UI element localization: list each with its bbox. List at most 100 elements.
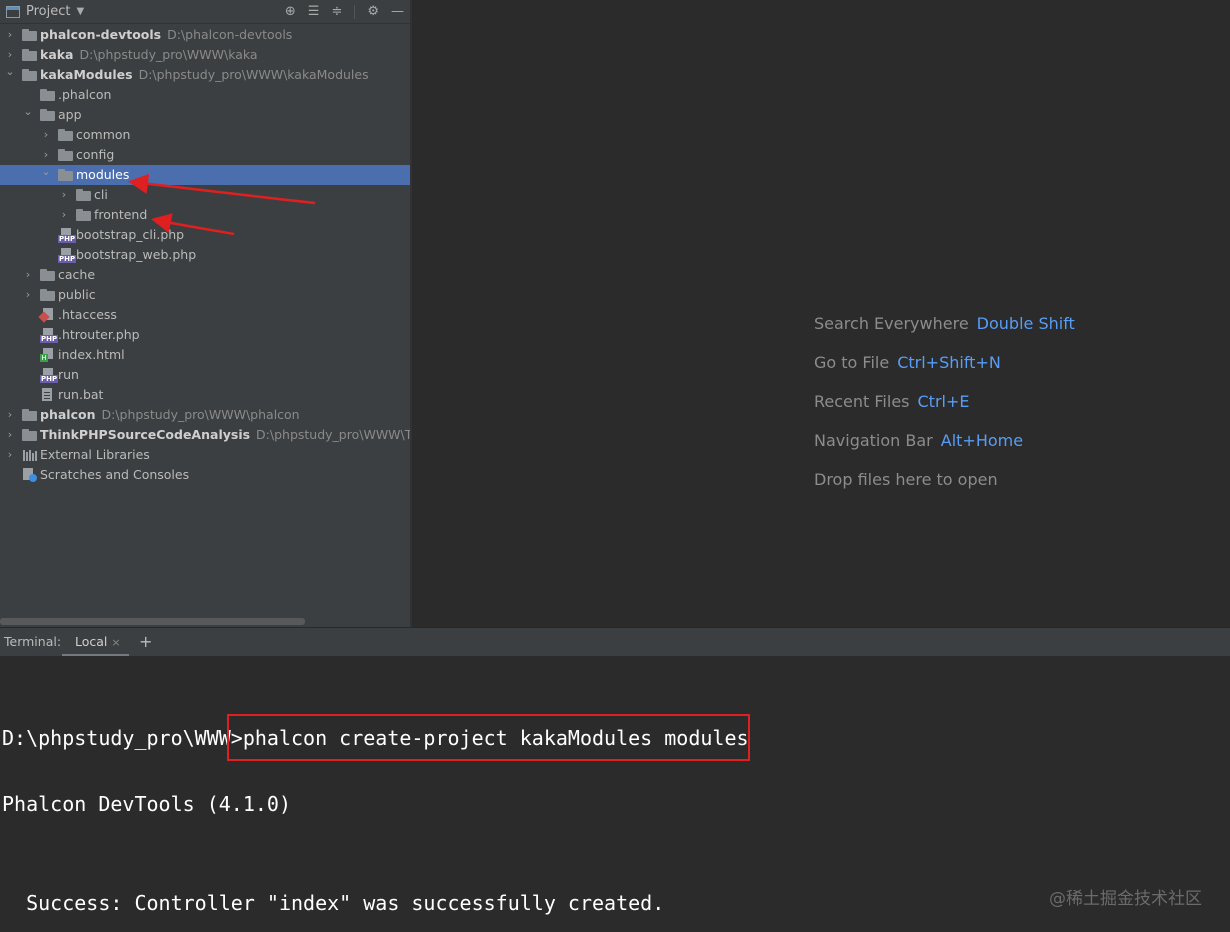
terminal-header: Terminal: Local × + <box>0 627 1230 657</box>
folder-icon <box>22 428 38 442</box>
tree-node[interactable]: ⌄ modules <box>0 165 410 185</box>
chevron-right-icon[interactable]: › <box>58 205 70 225</box>
locate-icon[interactable]: ⊕ <box>285 4 296 19</box>
hint-text: Navigation Bar <box>814 431 933 450</box>
tree-node[interactable]: Hindex.html <box>0 345 410 365</box>
tree-node-name: run.bat <box>58 387 104 402</box>
chevron-right-icon[interactable]: › <box>4 45 16 65</box>
tree-node-name: .phalcon <box>58 87 112 102</box>
tree-node[interactable]: › kaka D:\phpstudy_pro\WWW\kaka <box>0 45 410 65</box>
tree-node-name: Scratches and Consoles <box>40 467 190 482</box>
tree-node[interactable]: PHP bootstrap_web.php <box>0 245 410 265</box>
hint-shortcut: Alt+Home <box>940 431 1024 450</box>
tree-node-path: D:\phpstudy_pro\WWW\kakaModules <box>138 67 369 82</box>
tree-node[interactable]: run.bat <box>0 385 410 405</box>
chevron-down-icon[interactable]: ⌄ <box>40 165 52 185</box>
tree-node-name: .htrouter.php <box>58 327 140 342</box>
hint-navigation-bar: Navigation Bar Alt+Home <box>814 431 1023 450</box>
terminal-tab-label: Local <box>75 634 108 649</box>
close-icon[interactable]: × <box>111 636 120 649</box>
tree-node[interactable]: › common <box>0 125 410 145</box>
tree-node[interactable]: › public <box>0 285 410 305</box>
chevron-down-icon[interactable]: ⌄ <box>4 65 16 85</box>
tree-node-label: cache <box>58 265 95 285</box>
tree-node-name: bootstrap_cli.php <box>76 227 185 242</box>
tree-node[interactable]: › External Libraries <box>0 445 410 465</box>
tree-node-name: phalcon-devtools <box>40 27 162 42</box>
chevron-right-icon[interactable]: › <box>4 405 16 425</box>
hint-shortcut: Ctrl+Shift+N <box>897 353 1001 372</box>
folder-icon <box>40 288 56 302</box>
tree-node[interactable]: PHP .htrouter.php <box>0 325 410 345</box>
tree-node[interactable]: PHP bootstrap_cli.php <box>0 225 410 245</box>
chevron-down-icon: ▼ <box>76 6 85 17</box>
tree-node[interactable]: Scratches and Consoles <box>0 465 410 485</box>
tree-node-label: common <box>76 125 130 145</box>
chevron-right-icon[interactable]: › <box>58 185 70 205</box>
bat-file-icon <box>40 388 56 402</box>
terminal-tab-local[interactable]: Local × <box>62 630 129 657</box>
chevron-down-icon[interactable]: ⌄ <box>22 105 34 125</box>
folder-icon <box>22 68 38 82</box>
php-file-icon: PHP <box>58 228 77 243</box>
chevron-right-icon[interactable]: › <box>4 25 16 45</box>
editor-empty-area[interactable]: Search Everywhere Double Shift Go to File… <box>412 0 1230 627</box>
tree-node-label: .htaccess <box>58 305 117 325</box>
project-view-selector[interactable]: Project ▼ <box>0 4 84 19</box>
tree-node[interactable]: ⌄ app <box>0 105 410 125</box>
terminal-output-line: Success: Controller "index" was successf… <box>2 891 665 915</box>
chevron-right-icon[interactable]: › <box>4 445 16 465</box>
tree-node[interactable]: PHP run <box>0 365 410 385</box>
hint-drop-files: Drop files here to open <box>814 470 998 489</box>
tree-node[interactable]: › ThinkPHPSourceCodeAnalysis D:\phpstudy_p… <box>0 425 410 445</box>
tree-node-name: kaka <box>40 47 74 62</box>
chevron-right-icon[interactable]: › <box>4 425 16 445</box>
library-icon <box>22 448 38 462</box>
gear-icon[interactable]: ⚙ <box>367 4 379 19</box>
hint-recent-files: Recent Files Ctrl+E <box>814 392 969 411</box>
tree-node-label: kaka D:\phpstudy_pro\WWW\kaka <box>40 45 258 65</box>
tree-node[interactable]: › config <box>0 145 410 165</box>
horizontal-scrollbar[interactable] <box>0 618 305 625</box>
tree-node[interactable]: .phalcon <box>0 85 410 105</box>
tree-node-label: .phalcon <box>58 85 111 105</box>
folder-icon <box>22 408 38 422</box>
tree-node[interactable]: › phalcon-devtools D:\phalcon-devtools <box>0 25 410 45</box>
tree-node-name: app <box>58 107 82 122</box>
folder-icon <box>40 108 56 122</box>
tree-node[interactable]: › phalcon D:\phpstudy_pro\WWW\phalcon <box>0 405 410 425</box>
tree-node[interactable]: .htaccess <box>0 305 410 325</box>
chevron-right-icon[interactable]: › <box>40 125 52 145</box>
folder-icon <box>40 268 56 282</box>
tree-node-name: frontend <box>94 207 148 222</box>
tree-node-name: public <box>58 287 96 302</box>
tree-node-label: External Libraries <box>40 445 150 465</box>
project-tool-window: Project ▼ ⊕ ☰ ≑ ⚙ — › phalcon-devtools D:\… <box>0 0 410 627</box>
tree-node-label: kakaModules D:\phpstudy_pro\WWW\kakaModul… <box>40 65 369 85</box>
terminal-title: Terminal: <box>4 634 62 649</box>
expand-all-icon[interactable]: ☰ <box>308 4 320 19</box>
chevron-right-icon[interactable]: › <box>22 285 34 305</box>
hint-shortcut: Ctrl+E <box>917 392 970 411</box>
toolbar-separator <box>354 4 356 19</box>
tree-node[interactable]: › cache <box>0 265 410 285</box>
chevron-right-icon[interactable]: › <box>40 145 52 165</box>
minimize-icon[interactable]: — <box>391 4 404 19</box>
tree-node-path: D:\phpstudy_pro\WWW\ThinkP <box>256 427 410 442</box>
collapse-all-icon[interactable]: ≑ <box>331 4 342 19</box>
tree-node-name: cli <box>94 187 108 202</box>
watermark: @稀土掘金技术社区 <box>1049 889 1202 909</box>
tree-node-label: app <box>58 105 82 125</box>
tree-node-label: public <box>58 285 96 305</box>
tree-node-name: config <box>76 147 115 162</box>
php-file-icon: PHP <box>40 368 59 383</box>
tree-node[interactable]: ⌄ kakaModules D:\phpstudy_pro\WWW\kakaModu… <box>0 65 410 85</box>
tree-node[interactable]: › frontend <box>0 205 410 225</box>
chevron-right-icon[interactable]: › <box>22 265 34 285</box>
tree-node-name: bootstrap_web.php <box>76 247 197 262</box>
terminal-output[interactable]: D:\phpstudy_pro\WWW>phalcon create-proje… <box>0 656 1230 932</box>
tree-node-name: External Libraries <box>40 447 150 462</box>
add-tab-button[interactable]: + <box>139 628 152 656</box>
tree-node-name: ThinkPHPSourceCodeAnalysis <box>40 427 251 442</box>
tree-node[interactable]: › cli <box>0 185 410 205</box>
